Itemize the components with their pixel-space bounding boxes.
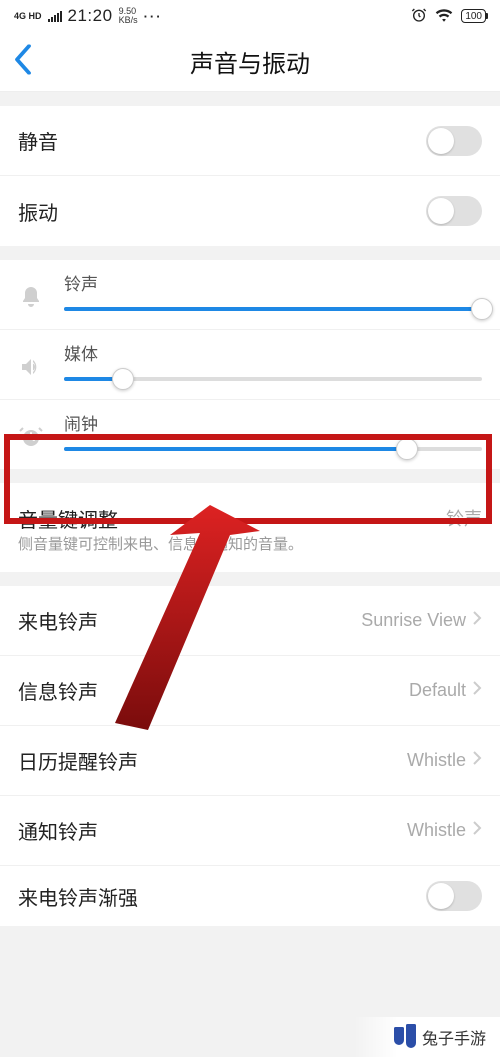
back-button[interactable] [14, 44, 32, 79]
bell-icon [14, 285, 48, 309]
speaker-icon [14, 355, 48, 379]
incoming-ringtone-value: Sunrise View [361, 610, 466, 631]
mute-toggle[interactable] [426, 126, 482, 156]
chevron-right-icon [472, 610, 482, 631]
network-indicator: 4G HD [14, 12, 42, 21]
row-incoming-ringtone[interactable]: 来电铃声 Sunrise View [0, 586, 500, 656]
mute-label: 静音 [18, 126, 58, 155]
incoming-ringtone-label: 来电铃声 [18, 606, 98, 635]
ascending-toggle[interactable] [426, 881, 482, 911]
calendar-ringtone-value: Whistle [407, 750, 466, 771]
wifi-icon [435, 8, 453, 25]
battery-icon: 100 [461, 9, 486, 23]
slider-row-ringtone: 铃声 [0, 260, 500, 330]
watermark-text: 兔子手游 [422, 1025, 486, 1049]
clock-time: 21:20 [68, 6, 113, 26]
status-left: 4G HD 21:20 9.50 KB/s ··· [14, 6, 163, 26]
clock-icon [14, 425, 48, 449]
row-notify-ringtone[interactable]: 通知铃声 Whistle [0, 796, 500, 866]
vibrate-label: 振动 [18, 197, 58, 226]
status-right: 100 [411, 7, 486, 26]
page-title: 声音与振动 [190, 44, 310, 79]
volume-key-label: 音量键调整 [18, 504, 118, 533]
alarm-slider[interactable] [64, 447, 482, 451]
vibrate-toggle[interactable] [426, 196, 482, 226]
row-mute: 静音 [0, 106, 500, 176]
media-slider-label: 媒体 [64, 340, 482, 365]
logo-icon [394, 1027, 416, 1048]
row-calendar-ringtone[interactable]: 日历提醒铃声 Whistle [0, 726, 500, 796]
row-vibrate: 振动 [0, 176, 500, 246]
slider-row-alarm: 闹钟 [0, 400, 500, 469]
message-ringtone-value: Default [409, 680, 466, 701]
data-speed: 9.50 KB/s [119, 7, 138, 25]
row-volume-key[interactable]: 音量键调整 铃声 [0, 483, 500, 539]
notify-ringtone-value: Whistle [407, 820, 466, 841]
row-ascending-ringtone: 来电铃声渐强 [0, 866, 500, 926]
signal-bars-icon [48, 11, 62, 22]
chevron-right-icon [472, 750, 482, 771]
ringtone-slider[interactable] [64, 307, 482, 311]
ascending-ringtone-label: 来电铃声渐强 [18, 882, 138, 911]
chevron-right-icon [472, 820, 482, 841]
chevron-right-icon [472, 680, 482, 701]
ringtone-slider-label: 铃声 [64, 270, 482, 295]
nav-bar: 声音与振动 [0, 32, 500, 92]
alarm-status-icon [411, 7, 427, 26]
watermark: 兔子手游 [354, 1017, 500, 1057]
media-slider[interactable] [64, 377, 482, 381]
row-message-ringtone[interactable]: 信息铃声 Default [0, 656, 500, 726]
more-dots-icon: ··· [144, 9, 163, 24]
slider-row-media: 媒体 [0, 330, 500, 400]
status-bar: 4G HD 21:20 9.50 KB/s ··· 100 [0, 0, 500, 32]
notify-ringtone-label: 通知铃声 [18, 816, 98, 845]
message-ringtone-label: 信息铃声 [18, 676, 98, 705]
volume-key-desc: 侧音量键可控制来电、信息和通知的音量。 [0, 533, 500, 572]
alarm-slider-label: 闹钟 [64, 410, 482, 435]
volume-key-value: 铃声 [446, 505, 482, 531]
calendar-ringtone-label: 日历提醒铃声 [18, 746, 138, 775]
